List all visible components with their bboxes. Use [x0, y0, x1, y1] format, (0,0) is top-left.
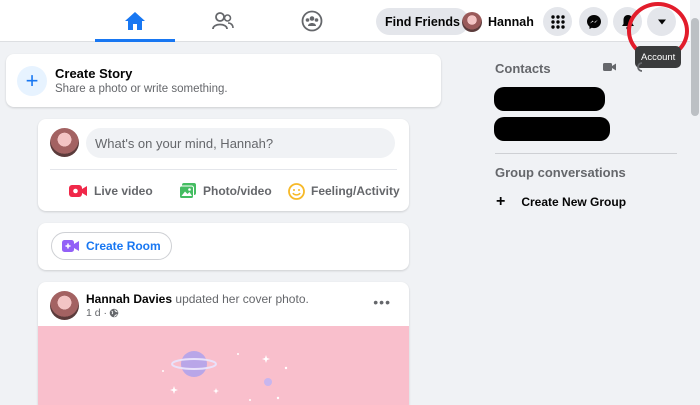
- scrollbar[interactable]: [690, 0, 700, 405]
- video-room-icon: [62, 240, 79, 252]
- status-input[interactable]: What's on your mind, Hannah?: [86, 128, 395, 158]
- divider: [50, 169, 397, 170]
- redacted-contact[interactable]: [494, 87, 605, 111]
- plus-icon: +: [496, 193, 506, 210]
- globe-icon: [109, 308, 119, 318]
- tab-home[interactable]: [95, 0, 175, 42]
- search-contacts-icon[interactable]: [634, 62, 642, 72]
- groups-icon: [301, 10, 323, 32]
- create-room-button[interactable]: Create Room: [51, 232, 172, 260]
- tab-groups[interactable]: [272, 0, 352, 42]
- post-author[interactable]: Hannah Davies: [86, 292, 172, 306]
- feeling-activity-button[interactable]: Feeling/Activity: [288, 181, 400, 201]
- video-call-icon[interactable]: [603, 62, 617, 72]
- create-new-group-label: Create New Group: [521, 195, 627, 209]
- tab-friends[interactable]: [183, 0, 263, 42]
- post-header: Hannah Davies updated her cover photo.: [86, 292, 309, 306]
- plus-icon: +: [17, 66, 47, 96]
- create-room-card: Create Room: [38, 223, 409, 270]
- scrollbar-thumb[interactable]: [691, 18, 699, 116]
- create-new-group-button[interactable]: + Create New Group: [496, 192, 626, 212]
- photo-video-button[interactable]: Photo/video: [179, 181, 272, 201]
- avatar: [50, 128, 79, 157]
- cover-photo[interactable]: [38, 326, 409, 405]
- create-room-label: Create Room: [86, 239, 161, 253]
- sidebar-divider: [495, 153, 677, 154]
- story-subtitle: Share a photo or write something.: [55, 83, 228, 95]
- create-story-card[interactable]: + Create Story Share a photo or write so…: [6, 54, 441, 107]
- messenger-icon: [586, 14, 601, 29]
- smiley-icon: [288, 182, 305, 200]
- group-conversations-heading: Group conversations: [495, 165, 626, 180]
- menu-grid-icon: [550, 14, 565, 29]
- photo-icon: [179, 183, 196, 199]
- contacts-heading: Contacts: [495, 61, 551, 76]
- friends-icon: [212, 12, 234, 30]
- feed-post: Hannah Davies updated her cover photo. 1…: [38, 282, 409, 405]
- planet-illustration: [162, 351, 288, 401]
- post-action: updated her cover photo.: [175, 292, 309, 306]
- post-composer: What's on your mind, Hannah? Live video …: [38, 119, 409, 211]
- live-video-icon: [69, 185, 87, 197]
- find-friends-button[interactable]: Find Friends: [376, 8, 469, 35]
- avatar[interactable]: [50, 291, 79, 320]
- home-icon: [125, 12, 145, 30]
- live-video-label: Live video: [94, 184, 153, 198]
- live-video-button[interactable]: Live video: [69, 181, 153, 201]
- story-title: Create Story: [55, 66, 133, 81]
- menu-button[interactable]: [543, 7, 572, 36]
- post-time-label[interactable]: 1 d ·: [86, 307, 107, 319]
- profile-shortcut[interactable]: Hannah: [462, 8, 534, 35]
- more-options-icon[interactable]: •••: [373, 294, 391, 310]
- messenger-button[interactable]: [579, 7, 608, 36]
- feeling-activity-label: Feeling/Activity: [311, 184, 400, 198]
- post-time: 1 d ·: [86, 307, 119, 319]
- top-navigation-bar: Find Friends Hannah: [0, 0, 700, 42]
- avatar: [462, 11, 482, 32]
- redacted-contact[interactable]: [494, 117, 610, 141]
- photo-video-label: Photo/video: [203, 184, 272, 198]
- profile-name: Hannah: [488, 14, 534, 29]
